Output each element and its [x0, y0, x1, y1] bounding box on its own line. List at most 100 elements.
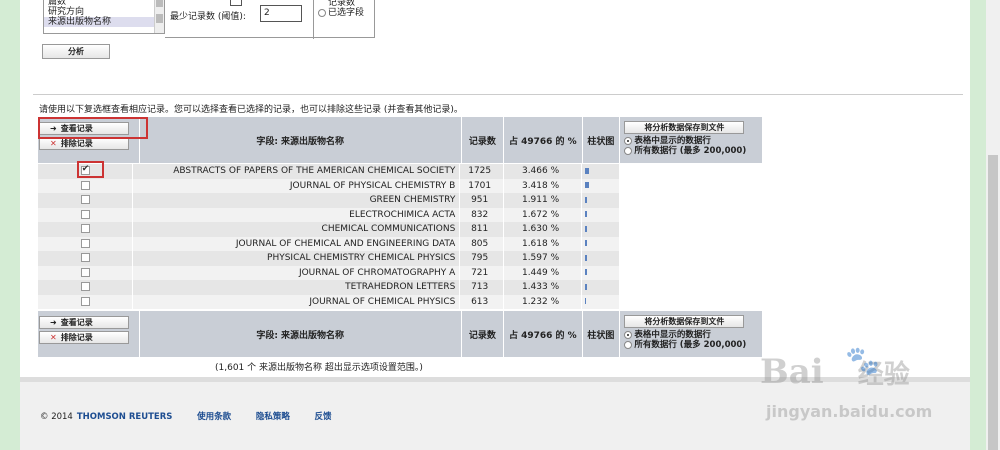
column-header-field: 字段: 来源出版物名称: [139, 311, 462, 357]
field-option-selected[interactable]: 来源出版物名称: [44, 17, 164, 27]
field-list-scrollbar[interactable]: [154, 0, 164, 33]
row-pct: 1.433 %: [503, 280, 583, 295]
selected-field-radio[interactable]: 记录数 已选字段: [318, 0, 365, 18]
row-checkbox-cell[interactable]: [38, 294, 134, 309]
column-header-pct: 占 49766 的 %: [503, 117, 583, 163]
table-row: ABSTRACTS OF PAPERS OF THE AMERICAN CHEM…: [38, 164, 620, 179]
row-name: TETRAHEDRON LETTERS: [132, 280, 461, 295]
row-checkbox-cell[interactable]: [38, 193, 134, 208]
row-checkbox[interactable]: [80, 180, 90, 190]
row-checkbox-cell[interactable]: [38, 207, 134, 222]
row-pct: 1.630 %: [503, 222, 583, 237]
row-bar: [585, 211, 587, 218]
row-bar-cell: [581, 294, 620, 309]
column-header-pct: 占 49766 的 %: [503, 311, 583, 357]
row-name: JOURNAL OF CHEMICAL PHYSICS: [132, 294, 461, 309]
feedback-link[interactable]: 反馈: [315, 412, 332, 422]
column-header-chart: 柱状图: [582, 311, 621, 357]
table-row: ELECTROCHIMICA ACTA 832 1.672 %: [38, 207, 620, 222]
row-checkbox[interactable]: [80, 282, 90, 292]
privacy-link[interactable]: 隐私策略: [256, 412, 290, 422]
brand-name: THOMSON REUTERS: [76, 412, 173, 422]
row-checkbox[interactable]: [80, 296, 90, 306]
exclude-records-button-bottom[interactable]: ✕ 排除记录: [39, 331, 129, 344]
row-checkbox-cell[interactable]: [38, 222, 134, 237]
save-option-shown[interactable]: 表格中显示的数据行: [624, 330, 762, 340]
threshold-input[interactable]: 2: [260, 5, 302, 22]
view-records-button-bottom[interactable]: ➜ 查看记录: [39, 316, 129, 329]
table-row: JOURNAL OF PHYSICAL CHEMISTRY B 1701 3.418…: [38, 178, 620, 193]
row-count: 805: [459, 236, 505, 251]
table-row: JOURNAL OF CHEMICAL AND ENGINEERING DATA…: [38, 236, 620, 251]
copyright: © 2014: [40, 412, 73, 422]
row-pct: 1.618 %: [503, 236, 583, 251]
row-bar-cell: [581, 164, 620, 179]
watermark-url: jingyan.baidu.com: [766, 402, 933, 421]
row-name: ABSTRACTS OF PAPERS OF THE AMERICAN CHEM…: [132, 164, 461, 179]
save-to-file-button-bottom[interactable]: 将分析数据保存到文件: [624, 315, 745, 328]
row-name: GREEN CHEMISTRY: [132, 193, 461, 208]
row-bar-cell: [581, 265, 620, 280]
radio-icon[interactable]: [624, 146, 633, 155]
highlight-checkbox: [77, 161, 104, 178]
table-row: PHYSICAL CHEMISTRY CHEMICAL PHYSICS 795 1.…: [38, 251, 620, 266]
row-bar-cell: [581, 178, 620, 193]
row-bar: [585, 225, 587, 232]
terms-link[interactable]: 使用条款: [197, 412, 231, 422]
partial-input[interactable]: [230, 0, 242, 6]
field-option[interactable]: 研究方向: [44, 7, 164, 17]
partial-radio-label: 记录数: [328, 0, 356, 8]
save-option-all[interactable]: 所有数据行 (最多 200,000): [624, 146, 762, 156]
row-bar: [585, 167, 589, 174]
row-checkbox-cell[interactable]: [38, 178, 134, 193]
row-bar-cell: [581, 222, 620, 237]
field-option[interactable]: 篇数: [44, 0, 164, 7]
save-to-file-button[interactable]: 将分析数据保存到文件: [624, 121, 745, 134]
row-checkbox[interactable]: [80, 195, 90, 205]
row-bar: [585, 283, 587, 290]
row-name: CHEMICAL COMMUNICATIONS: [132, 222, 461, 237]
row-checkbox[interactable]: [80, 253, 90, 263]
row-checkbox[interactable]: [80, 209, 90, 219]
row-bar: [585, 182, 589, 189]
row-checkbox[interactable]: [80, 238, 90, 248]
save-option-all[interactable]: 所有数据行 (最多 200,000): [624, 340, 762, 350]
overflow-note: (1,601 个 来源出版物名称 超出显示选项设置范围。): [215, 363, 423, 373]
row-bar-cell: [581, 193, 620, 208]
row-count: 1701: [459, 178, 505, 193]
table-row: JOURNAL OF CHEMICAL PHYSICS 613 1.232 %: [38, 294, 620, 309]
row-checkbox-cell[interactable]: [38, 236, 134, 251]
row-bar-cell: [581, 236, 620, 251]
table-row: JOURNAL OF CHROMATOGRAPHY A 721 1.449 %: [38, 265, 620, 280]
row-pct: 1.597 %: [503, 251, 583, 266]
radio-selected-icon[interactable]: [624, 330, 633, 339]
field-list[interactable]: 篇数 研究方向 来源出版物名称: [43, 0, 165, 34]
row-count: 811: [459, 222, 505, 237]
row-bar-cell: [581, 207, 620, 222]
results-table-footer: ➜ 查看记录 ✕ 排除记录 字段: 来源出版物名称 记录数 占 49766 的 % …: [38, 311, 763, 357]
save-option-shown[interactable]: 表格中显示的数据行: [624, 136, 762, 146]
radio-icon[interactable]: [318, 8, 326, 17]
divider: [33, 94, 963, 95]
instructions: 请使用以下复选框查看相应记录。您可以选择查看已选择的记录，也可以排除这些记录 (…: [39, 105, 463, 115]
scrollbar-thumb[interactable]: [988, 155, 998, 450]
row-bar: [585, 269, 587, 276]
row-pct: 1.449 %: [503, 265, 583, 280]
row-bar: [585, 240, 587, 247]
highlight-view-button: [38, 117, 148, 139]
table-row: GREEN CHEMISTRY 951 1.911 %: [38, 193, 620, 208]
row-count: 613: [459, 294, 505, 309]
row-checkbox[interactable]: [80, 267, 90, 277]
radio-selected-icon[interactable]: [624, 136, 633, 145]
row-checkbox-cell[interactable]: [38, 280, 134, 295]
row-checkbox-cell[interactable]: [38, 265, 134, 280]
row-bar-cell: [581, 280, 620, 295]
analyze-button[interactable]: 分析: [42, 44, 110, 59]
row-pct: 1.911 %: [503, 193, 583, 208]
radio-label: 已选字段: [328, 8, 365, 18]
paw-icon: 🐾: [845, 344, 880, 377]
row-checkbox[interactable]: [80, 224, 90, 234]
row-checkbox-cell[interactable]: [38, 251, 134, 266]
column-header-chart: 柱状图: [582, 117, 621, 163]
radio-icon[interactable]: [624, 340, 633, 349]
